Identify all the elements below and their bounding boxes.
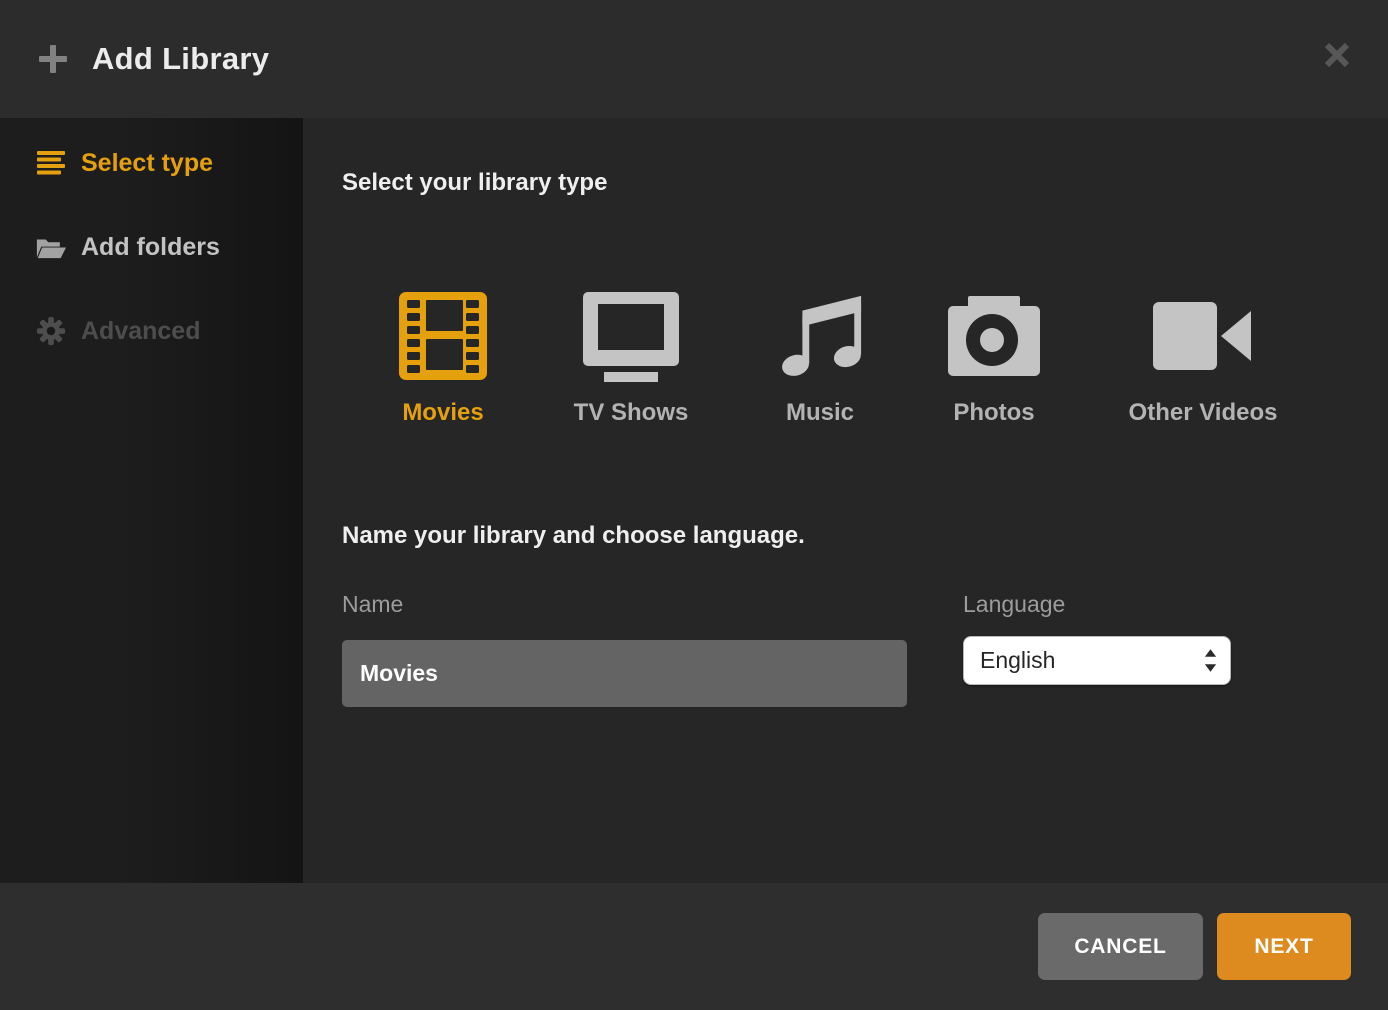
wizard-steps-sidebar: Select type Add folders Advanced: [0, 118, 303, 883]
select-stepper-arrows-icon: [1203, 648, 1218, 673]
film-strip-icon: [355, 288, 531, 384]
tv-icon: [543, 288, 719, 384]
camera-icon: [906, 288, 1082, 384]
name-field-label: Name: [342, 590, 403, 618]
folder-open-icon: [36, 232, 66, 262]
close-icon[interactable]: [1322, 40, 1352, 70]
type-option-movies[interactable]: Movies: [355, 288, 531, 428]
type-label: Movies: [355, 398, 531, 428]
type-option-photos[interactable]: Photos: [906, 288, 1082, 428]
type-option-other-videos[interactable]: Other Videos: [1115, 288, 1291, 428]
sidebar-item-select-type[interactable]: Select type: [0, 138, 303, 188]
type-option-tv-shows[interactable]: TV Shows: [543, 288, 719, 428]
type-label: Other Videos: [1115, 398, 1291, 428]
type-label: Music: [732, 398, 908, 428]
type-option-music[interactable]: Music: [732, 288, 908, 428]
sidebar-item-label: Add folders: [81, 233, 220, 262]
type-label: Photos: [906, 398, 1082, 428]
language-field-label: Language: [963, 590, 1065, 618]
type-label: TV Shows: [543, 398, 719, 428]
main-panel: Select your library type Movies: [303, 118, 1388, 883]
language-selected-value: English: [980, 647, 1055, 674]
dialog-header: Add Library: [0, 0, 1388, 118]
sidebar-item-label: Select type: [81, 149, 213, 178]
sidebar-item-label: Advanced: [81, 317, 200, 346]
sidebar-item-add-folders[interactable]: Add folders: [0, 222, 303, 272]
name-language-heading: Name your library and choose language.: [342, 521, 805, 551]
add-library-dialog: Add Library Select type Add folders: [0, 0, 1388, 1010]
library-name-input[interactable]: [342, 640, 907, 707]
plus-icon: [36, 42, 70, 76]
sidebar-item-advanced: Advanced: [0, 306, 303, 356]
music-note-icon: [732, 288, 908, 384]
next-button[interactable]: NEXT: [1217, 913, 1351, 980]
library-type-heading: Select your library type: [342, 168, 607, 198]
gear-icon: [36, 316, 66, 346]
cancel-button[interactable]: CANCEL: [1038, 913, 1203, 980]
list-lines-icon: [36, 148, 66, 178]
dialog-title: Add Library: [92, 41, 269, 77]
dialog-footer: CANCEL NEXT: [0, 883, 1388, 1010]
video-camera-icon: [1115, 288, 1291, 384]
language-select[interactable]: English: [963, 636, 1231, 685]
